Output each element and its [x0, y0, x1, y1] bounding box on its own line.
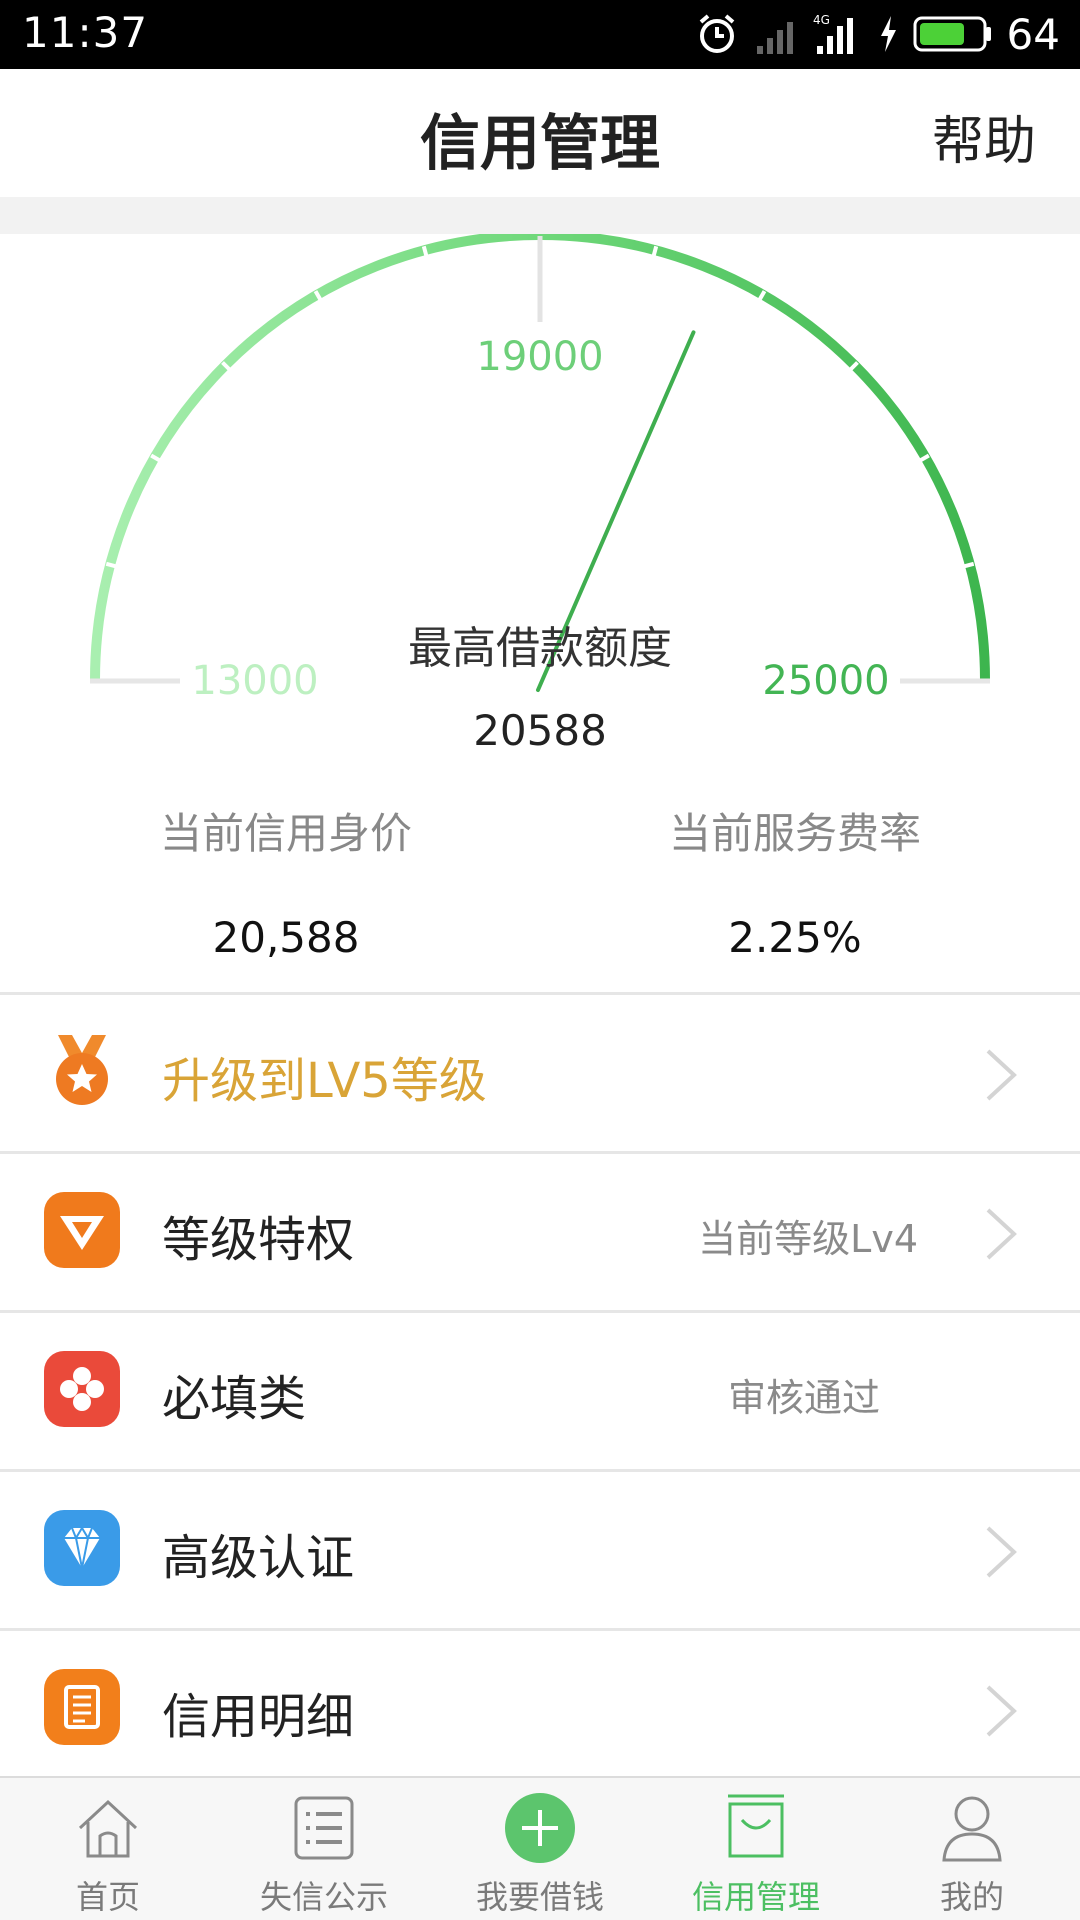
menu-item-advanced-verification[interactable]: 高级认证	[0, 1469, 1080, 1628]
section-divider	[0, 197, 1080, 234]
tab-label: 信用管理	[691, 1878, 820, 1916]
tab-label: 失信公示	[259, 1878, 388, 1916]
review-status-text: 审核通过	[727, 1376, 880, 1420]
service-rate-value: 2.25%	[728, 913, 862, 962]
service-rate-stat: 当前服务费率 2.25%	[585, 800, 1005, 962]
menu-item-label: 高级认证	[162, 1530, 355, 1586]
credit-menu: 升级到LV5等级 等级特权 当前等级Lv4 必填类 审核通过 高级认证 信用明细	[0, 992, 1080, 1787]
gauge-mid-label: 19000	[476, 334, 603, 380]
chevron-right-icon	[986, 1685, 1017, 1737]
alarm-icon	[699, 14, 734, 53]
credit-gauge: 13000 19000 25000 最高借款额度 20588 当前信用身价 20…	[0, 234, 1080, 994]
tab-blacklist[interactable]: 失信公示	[216, 1778, 432, 1920]
person-icon	[942, 1796, 1002, 1862]
chevron-right-icon	[986, 1526, 1017, 1578]
menu-item-label: 必填类	[162, 1371, 307, 1427]
menu-item-credit-details[interactable]: 信用明细	[0, 1628, 1080, 1787]
battery-level: 64	[1006, 9, 1060, 59]
gauge-value: 20588	[473, 706, 607, 755]
clover-icon	[44, 1351, 120, 1427]
gauge-caption: 最高借款额度	[408, 623, 672, 674]
app-header: 信用管理 帮助	[0, 69, 1080, 197]
home-icon	[78, 1799, 138, 1858]
plus-circle-icon	[505, 1793, 575, 1863]
help-button[interactable]: 帮助	[932, 99, 1036, 174]
battery-icon	[913, 16, 991, 52]
tab-label: 我要借钱	[475, 1878, 604, 1916]
current-level-text: 当前等级Lv4	[698, 1217, 918, 1261]
medal-icon	[44, 1033, 120, 1109]
menu-item-upgrade-level[interactable]: 升级到LV5等级	[0, 992, 1080, 1151]
status-bar: 11:37 4G 64	[0, 0, 1080, 69]
document-icon	[44, 1669, 120, 1745]
status-icons: 4G 64	[695, 8, 1060, 60]
credit-worth-label: 当前信用身价	[159, 809, 412, 858]
menu-item-level-privileges[interactable]: 等级特权 当前等级Lv4	[0, 1151, 1080, 1310]
bottom-tab-bar: 首页 失信公示 我要借钱 信用管理 我的	[0, 1776, 1080, 1920]
network-type: 4G	[813, 13, 830, 27]
diamond-icon	[44, 1510, 120, 1586]
service-rate-label: 当前服务费率	[668, 809, 921, 858]
tab-credit-management[interactable]: 信用管理	[648, 1778, 864, 1920]
list-icon	[294, 1796, 354, 1860]
tab-borrow[interactable]: 我要借钱	[432, 1778, 648, 1920]
chevron-right-icon	[986, 1049, 1017, 1101]
menu-item-required-info[interactable]: 必填类 审核通过	[0, 1310, 1080, 1469]
credit-worth-value: 20,588	[212, 913, 360, 962]
menu-item-label: 等级特权	[162, 1212, 355, 1268]
bag-icon	[728, 1794, 784, 1858]
menu-item-label: 升级到LV5等级	[162, 1053, 487, 1109]
chevron-right-icon	[986, 1208, 1017, 1260]
status-time: 11:37	[22, 8, 149, 57]
tab-label: 首页	[75, 1878, 140, 1916]
credit-worth-stat: 当前信用身价 20,588	[76, 800, 496, 962]
v-badge-icon	[44, 1192, 120, 1268]
menu-item-label: 信用明细	[162, 1689, 355, 1745]
signal-muted-icon	[756, 22, 793, 54]
charging-icon	[880, 16, 896, 52]
tab-home[interactable]: 首页	[0, 1778, 216, 1920]
tab-label: 我的	[939, 1878, 1004, 1916]
signal-4g-icon: 4G	[813, 13, 853, 54]
page-title: 信用管理	[420, 109, 660, 179]
tab-mine[interactable]: 我的	[864, 1778, 1080, 1920]
